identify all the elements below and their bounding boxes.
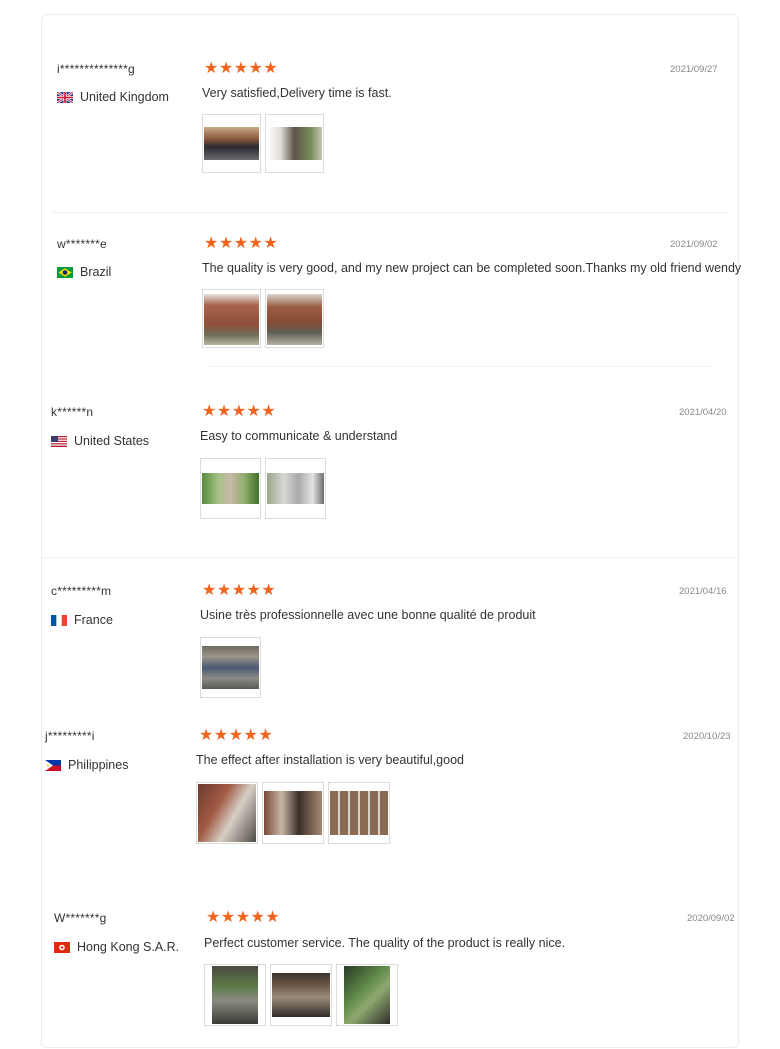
review-photos	[202, 114, 328, 173]
review-photo-thumbnail[interactable]	[265, 289, 324, 348]
reviewer-name: w*******e	[57, 237, 107, 251]
review-date: 2021/04/20	[679, 407, 727, 418]
review-photo-thumbnail[interactable]	[265, 114, 324, 173]
review-comment: Perfect customer service. The quality of…	[204, 936, 566, 950]
review-photo-thumbnail[interactable]	[204, 964, 266, 1026]
reviewer-country: France	[51, 613, 113, 627]
review-date: 2021/09/27	[670, 64, 718, 75]
review-comment: The quality is very good, and my new pro…	[202, 261, 742, 275]
hongkong-flag-icon	[54, 941, 70, 953]
country-label: Philippines	[68, 758, 129, 772]
review-photo-thumbnail[interactable]	[265, 458, 326, 519]
review-photo-thumbnail[interactable]	[270, 964, 332, 1026]
rating-stars: ★★★★★	[206, 909, 281, 926]
country-label: United Kingdom	[80, 90, 169, 104]
review-photo-thumbnail[interactable]	[328, 782, 390, 844]
reviewer-name: k******n	[51, 405, 94, 419]
reviewer-name: W*******g	[54, 911, 107, 925]
review-photos	[204, 964, 402, 1026]
review-photo-thumbnail[interactable]	[262, 782, 324, 844]
review-photos	[200, 637, 265, 698]
reviews-card	[41, 14, 739, 1048]
reviewer-country: Philippines	[45, 758, 128, 772]
rating-stars: ★★★★★	[199, 727, 274, 744]
review-date: 2020/09/02	[687, 913, 735, 924]
country-label: United States	[74, 434, 150, 448]
review-date: 2021/09/02	[670, 239, 718, 250]
country-label: Hong Kong S.A.R.	[77, 940, 180, 954]
review-photo-thumbnail[interactable]	[200, 637, 261, 698]
review-photo-thumbnail[interactable]	[202, 289, 261, 348]
review-photo-thumbnail[interactable]	[336, 964, 398, 1026]
review-photos	[196, 782, 394, 844]
philippines-flag-icon	[45, 759, 61, 771]
country-label: Brazil	[80, 265, 112, 279]
review-divider	[207, 366, 713, 367]
uk-flag-icon	[57, 91, 73, 103]
review-photos	[200, 458, 330, 519]
review-photo-thumbnail[interactable]	[202, 114, 261, 173]
reviewer-name: c*********m	[51, 584, 112, 598]
rating-stars: ★★★★★	[202, 582, 277, 599]
review-divider	[52, 212, 726, 213]
us-flag-icon	[51, 435, 67, 447]
review-comment: The effect after installation is very be…	[196, 753, 464, 767]
reviewer-name: j*********i	[45, 729, 95, 743]
review-photo-thumbnail[interactable]	[200, 458, 261, 519]
review-comment: Very satisfied,Delivery time is fast.	[202, 86, 392, 100]
brazil-flag-icon	[57, 266, 73, 278]
reviewer-country: United States	[51, 434, 149, 448]
review-date: 2021/04/16	[679, 586, 727, 597]
review-comment: Usine très professionnelle avec une bonn…	[200, 608, 536, 622]
rating-stars: ★★★★★	[204, 235, 279, 252]
review-date: 2020/10/23	[683, 731, 731, 742]
rating-stars: ★★★★★	[202, 403, 277, 420]
country-label: France	[74, 613, 113, 627]
reviewer-name: i**************g	[57, 62, 135, 76]
france-flag-icon	[51, 614, 67, 626]
reviewer-country: United Kingdom	[57, 90, 169, 104]
review-photos	[202, 289, 328, 348]
reviewer-country: Brazil	[57, 265, 111, 279]
review-comment: Easy to communicate & understand	[200, 429, 398, 443]
review-divider	[42, 557, 738, 558]
rating-stars: ★★★★★	[204, 60, 279, 77]
review-photo-thumbnail[interactable]	[196, 782, 258, 844]
reviewer-country: Hong Kong S.A.R.	[54, 940, 179, 954]
